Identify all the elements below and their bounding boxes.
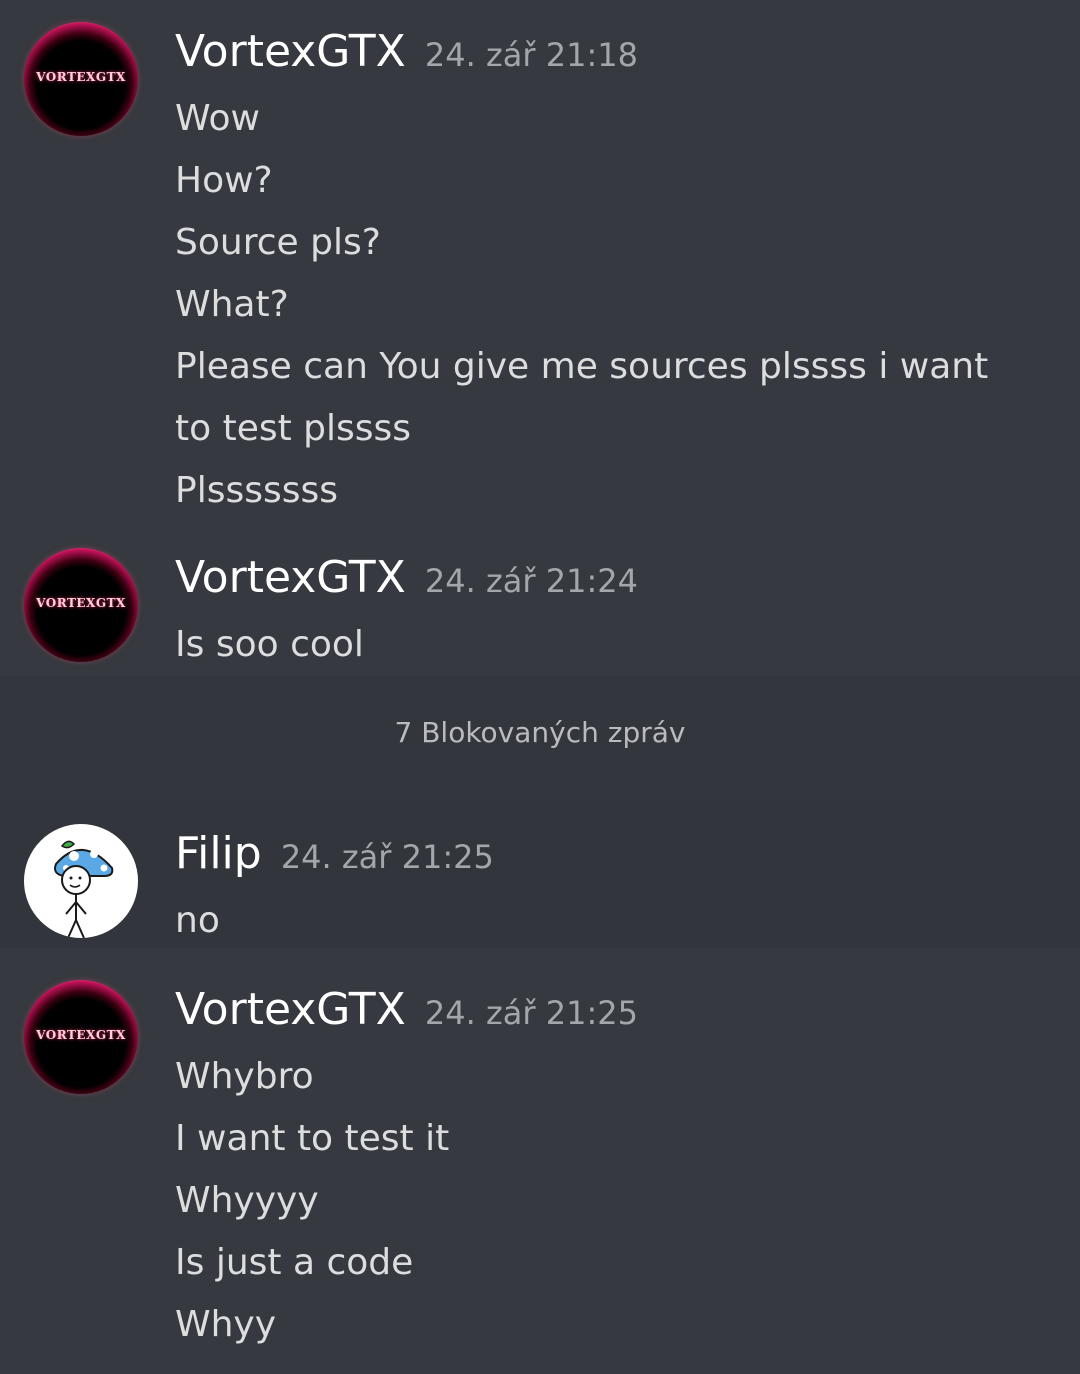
- message-text[interactable]: Whyyyy: [175, 1170, 1035, 1232]
- message-text[interactable]: Wow: [175, 88, 1035, 150]
- avatar-logo-text: VORTEXGTX: [36, 1028, 126, 1042]
- message-lines: Wow How? Source pls? What? Please can Yo…: [175, 88, 1035, 522]
- message-text[interactable]: Whybro: [175, 1046, 1035, 1108]
- message-text[interactable]: Plsssssss: [175, 460, 1035, 522]
- message-timestamp: 24. zář 21:24: [424, 562, 638, 600]
- message-text[interactable]: Please can You give me sources plssss i …: [175, 336, 1035, 460]
- message-timestamp: 24. zář 21:18: [424, 36, 638, 74]
- message-text[interactable]: What?: [175, 274, 1035, 336]
- message-lines: no: [175, 890, 1035, 952]
- message-header: Filip 24. zář 21:25: [175, 828, 494, 879]
- author-name[interactable]: Filip: [175, 828, 262, 879]
- message-timestamp: 24. zář 21:25: [280, 838, 494, 876]
- mushroom-stick-figure-icon: [54, 840, 114, 938]
- message-header: VortexGTX 24. zář 21:24: [175, 552, 638, 603]
- message-text[interactable]: Whyy: [175, 1294, 1035, 1356]
- avatar-logo-text: VORTEXGTX: [36, 596, 126, 610]
- author-name[interactable]: VortexGTX: [175, 552, 406, 603]
- blocked-messages-link[interactable]: 7 Blokovaných zpráv: [0, 716, 1080, 749]
- message-text[interactable]: Is soo cool: [175, 614, 1035, 676]
- vortexgtx-avatar[interactable]: VORTEXGTX: [24, 980, 138, 1094]
- vortexgtx-avatar[interactable]: VORTEXGTX: [24, 22, 138, 136]
- message-text[interactable]: I want to test it: [175, 1108, 1035, 1170]
- message-text[interactable]: How?: [175, 150, 1035, 212]
- message-header: VortexGTX 24. zář 21:18: [175, 26, 638, 77]
- message-header: VortexGTX 24. zář 21:25: [175, 984, 638, 1035]
- message-text[interactable]: no: [175, 890, 1035, 952]
- message-text[interactable]: Is just a code: [175, 1232, 1035, 1294]
- message-lines: Is soo cool: [175, 614, 1035, 676]
- message-timestamp: 24. zář 21:25: [424, 994, 638, 1032]
- filip-avatar[interactable]: [24, 824, 138, 938]
- author-name[interactable]: VortexGTX: [175, 26, 406, 77]
- vortexgtx-avatar[interactable]: VORTEXGTX: [24, 548, 138, 662]
- author-name[interactable]: VortexGTX: [175, 984, 406, 1035]
- avatar-logo-text: VORTEXGTX: [36, 70, 126, 84]
- message-text[interactable]: Source pls?: [175, 212, 1035, 274]
- message-lines: Whybro I want to test it Whyyyy Is just …: [175, 1046, 1035, 1356]
